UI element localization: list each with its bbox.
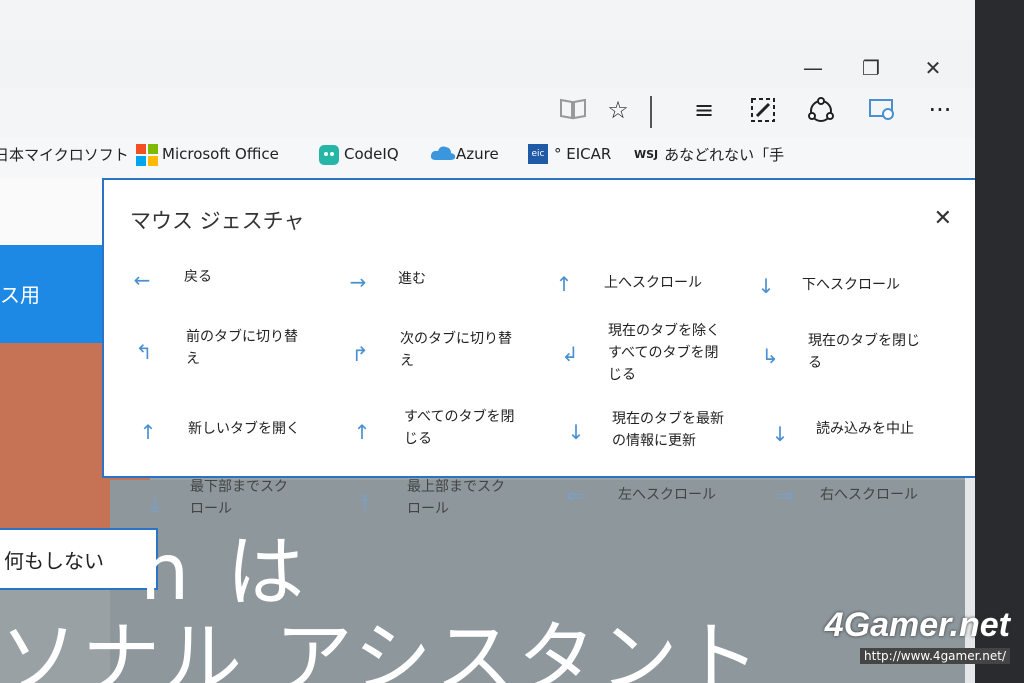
browser-screen: — ❐ ✕ ☆ ≡ ··· 日本マイクロソフト Microsoft Office… [0,0,975,683]
codeiq-icon [318,144,339,165]
scroll-left-arrow: ⇐ [566,484,585,509]
favorite-azure[interactable]: Azure [430,144,499,164]
favorite-label: あなどれない「手 [664,146,785,164]
right-down-arrow-icon: ↓ [567,420,585,444]
scroll-top-arrow: ⤒ [360,492,370,517]
favorite-microsoft-jp[interactable]: 日本マイクロソフト [0,144,129,165]
title-bar [0,40,975,90]
favorite-star-icon[interactable]: ☆ [600,96,636,124]
favorite-label: 日本マイクロソフト [0,146,129,164]
toolbar-divider [650,96,652,128]
eicar-icon: eic [528,144,548,164]
gesture-label-scroll-up: 上へスクロール [604,275,702,291]
right-arrow-icon: → [349,270,367,294]
up-right-arrow-icon: ↱ [351,342,369,366]
gesture-label-close-others: 現在のタブを除く すべてのタブを閉 じる [608,323,720,383]
gesture-label-scroll-top: 最上部までスク ロール [407,479,505,517]
left-down-arrow-icon: ↓ [771,422,789,446]
monitor-bezel [975,0,1024,683]
restore-button[interactable]: ❐ [856,56,886,80]
blue-panel-text: ス用 [0,283,40,307]
up-left-arrow-icon: ↰ [135,340,153,364]
more-icon[interactable]: ··· [922,96,958,124]
down-right-arrow-icon: ↳ [761,344,779,368]
favorite-label: CodeIQ [344,145,399,163]
gesture-label-close-tab: 現在のタブを閉じ る [808,333,920,371]
scroll-right-arrow: ⇒ [776,484,795,509]
hero-headline: ソナル アシスタント [0,614,764,683]
close-window-button[interactable]: ✕ [918,56,948,80]
gesture-label-back: 戻る [184,269,212,285]
favorite-wsj[interactable]: WSJ あなどれない「手 [634,144,784,165]
up-arrow-icon: ↑ [555,272,573,296]
panel-title: マウス ジェスチャ [130,209,305,233]
azure-cloud-icon [430,144,456,164]
minimize-button[interactable]: — [798,56,828,80]
feedback-icon[interactable] [864,96,900,130]
left-up-arrow-icon: ↑ [353,420,371,444]
page-blue-panel: ス用 [0,245,110,343]
favorite-eicar[interactable]: eic ° EICAR [528,144,611,164]
gesture-label-stop: 読み込みを中止 [816,421,914,437]
gesture-label-next-tab: 次のタブに切り替 え [400,331,512,369]
gesture-action-select[interactable]: 何もしない [0,528,158,590]
gesture-label-scroll-right: 右へスクロール [820,487,918,503]
watermark: 4Gamer.net http://www.4gamer.net/ [825,606,1010,664]
gesture-label-scroll-down: 下へスクロール [802,277,900,293]
down-arrow-icon: ↓ [757,274,775,298]
web-note-icon[interactable] [745,96,781,130]
favorite-label: Microsoft Office [162,145,279,163]
favorite-label: Azure [456,145,499,163]
favorite-label: ° EICAR [554,145,612,163]
gesture-label-refresh: 現在のタブを最新 の情報に更新 [612,411,724,449]
left-arrow-icon: ← [133,268,151,292]
down-left-arrow-icon: ↲ [561,342,579,366]
watermark-logo: 4Gamer.net [824,606,1010,644]
right-up-arrow-icon: ↑ [139,420,157,444]
gesture-label-prev-tab: 前のタブに切り替 え [186,329,298,367]
favorite-office[interactable]: Microsoft Office [136,144,279,166]
close-icon[interactable]: ✕ [934,206,952,231]
share-icon[interactable] [803,96,839,132]
favorite-codeiq[interactable]: CodeIQ [318,144,399,165]
wsj-icon: WSJ [634,148,659,161]
hub-icon[interactable]: ≡ [686,96,722,124]
mouse-gesture-panel: マウス ジェスチャ ✕ ← 戻る → 進む ↑ 上へスクロール ↓ 下へスクロー… [102,178,975,478]
reading-view-icon[interactable] [555,96,591,126]
gesture-label-new-tab: 新しいタブを開く [188,421,300,437]
office-logo-icon [136,144,158,166]
gesture-label-close-all: すべてのタブを閉 じる [404,409,515,447]
gesture-label-scroll-left: 左へスクロール [618,487,716,503]
gesture-label-forward: 進む [398,271,426,287]
watermark-url: http://www.4gamer.net/ [860,648,1010,664]
